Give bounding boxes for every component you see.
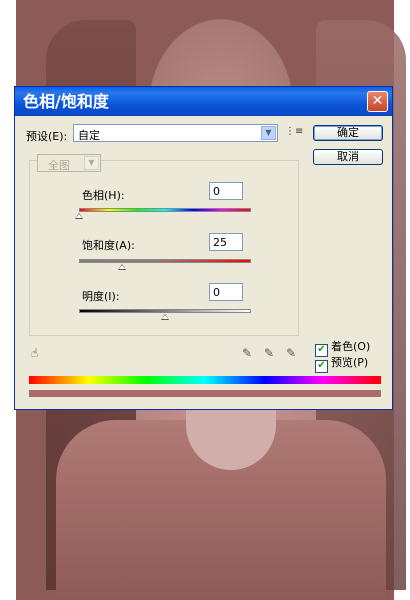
lightness-label: 明度(I): xyxy=(82,290,120,303)
lightness-value: 0 xyxy=(213,286,220,299)
lightness-slider-thumb[interactable] xyxy=(161,314,169,320)
preview-checkbox[interactable]: ✔ xyxy=(315,360,328,373)
chevron-down-icon[interactable]: ▼ xyxy=(261,126,276,140)
preset-menu-icon[interactable]: ⋮≡ xyxy=(285,127,303,137)
dialog-titlebar[interactable]: 色相/饱和度 ✕ xyxy=(15,87,392,116)
preset-value: 自定 xyxy=(78,129,100,142)
preset-label: 预设(E): xyxy=(26,130,68,143)
saturation-value: 25 xyxy=(213,236,227,249)
source-spectrum-bar xyxy=(29,376,381,384)
saturation-slider-thumb[interactable] xyxy=(118,264,126,270)
hue-saturation-dialog: 色相/饱和度 ✕ 预设(E): 自定 ▼ ⋮≡ 确定 取消 全图 ▼ 色相(H)… xyxy=(14,86,393,410)
saturation-slider-track[interactable] xyxy=(79,259,251,263)
channel-value: 全图 xyxy=(48,159,70,172)
colorize-label: 着色(O) xyxy=(331,340,371,353)
saturation-input[interactable]: 25 xyxy=(209,233,243,251)
channel-select[interactable]: 全图 ▼ xyxy=(37,154,101,172)
close-icon[interactable]: ✕ xyxy=(367,91,388,112)
hue-label: 色相(H): xyxy=(82,189,125,202)
hand-adjust-icon[interactable]: ☝ xyxy=(31,346,47,360)
saturation-label: 饱和度(A): xyxy=(82,239,135,252)
ok-button[interactable]: 确定 xyxy=(313,125,383,141)
dialog-body: 预设(E): 自定 ▼ ⋮≡ 确定 取消 全图 ▼ 色相(H): 0 饱和度(A… xyxy=(15,116,392,409)
lightness-slider-track[interactable] xyxy=(79,309,251,313)
preview-label: 预览(P) xyxy=(331,356,369,369)
preset-select[interactable]: 自定 ▼ xyxy=(73,124,278,142)
eyedropper-minus-icon[interactable]: ✎ xyxy=(286,346,300,360)
result-spectrum-bar xyxy=(29,390,381,397)
lightness-input[interactable]: 0 xyxy=(209,283,243,301)
eyedropper-plus-icon[interactable]: ✎ xyxy=(264,346,278,360)
hue-slider-track[interactable] xyxy=(79,208,251,212)
preview-option[interactable]: ✔ 预览(P) xyxy=(315,354,368,373)
chevron-down-icon[interactable]: ▼ xyxy=(84,156,99,170)
cancel-button[interactable]: 取消 xyxy=(313,149,383,165)
dialog-title: 色相/饱和度 xyxy=(23,92,109,111)
hue-input[interactable]: 0 xyxy=(209,182,243,200)
hue-slider-thumb[interactable] xyxy=(75,213,83,219)
hue-value: 0 xyxy=(213,185,220,198)
eyedropper-icon[interactable]: ✎ xyxy=(242,346,256,360)
